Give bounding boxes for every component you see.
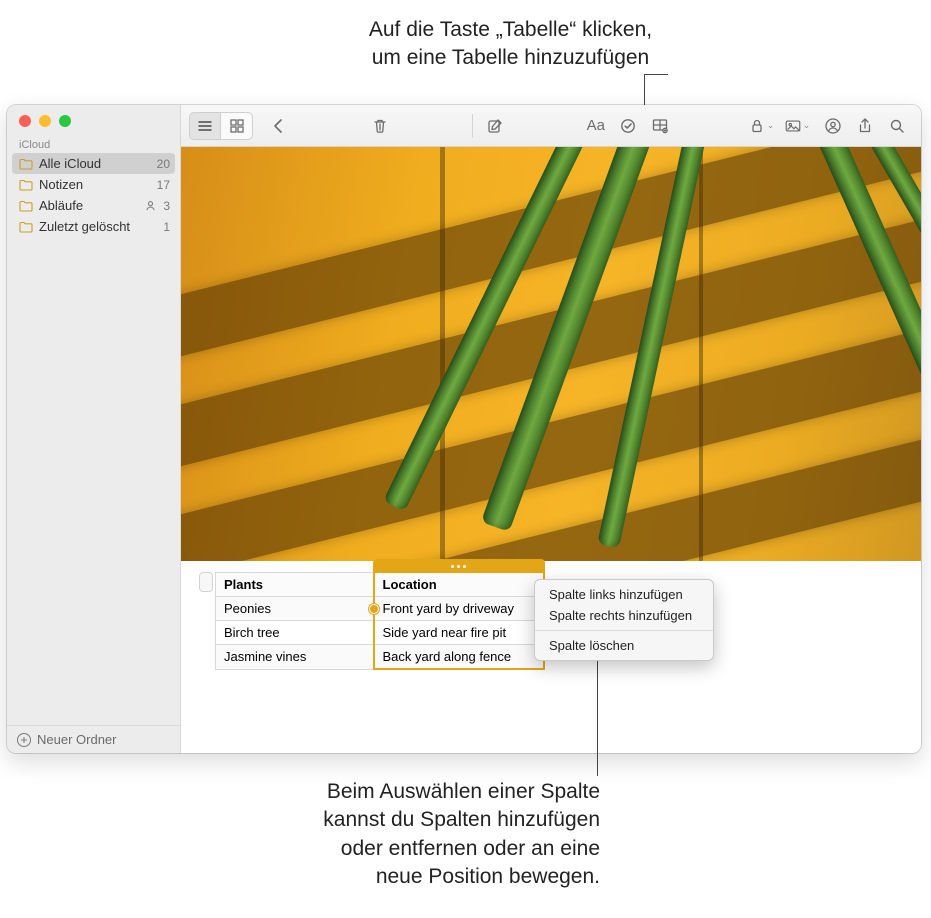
sidebar-item-abläufe[interactable]: Abläufe 3 bbox=[7, 195, 180, 216]
callout-text: neue Position bewegen. bbox=[0, 863, 600, 891]
new-folder-button[interactable]: Neuer Ordner bbox=[7, 725, 180, 753]
table-button[interactable] bbox=[644, 112, 676, 140]
notes-app-window: iCloud Alle iCloud 20 Notizen 17 Abläufe 3 Zul… bbox=[7, 105, 921, 753]
folder-icon bbox=[19, 179, 33, 191]
callout-top: Auf die Taste „Tabelle“ klicken, um eine… bbox=[0, 16, 931, 73]
menu-separator bbox=[535, 630, 713, 631]
lock-button[interactable]: ⌄ bbox=[745, 112, 777, 140]
folder-icon bbox=[19, 158, 33, 170]
format-label: Aa bbox=[587, 117, 605, 134]
table-row: Peonies Front yard by driveway bbox=[216, 597, 544, 621]
callout-text: oder entfernen oder an eine bbox=[0, 835, 600, 863]
table-row: Birch tree Side yard near fire pit bbox=[216, 621, 544, 645]
sidebar-item-zuletzt-gelöscht[interactable]: Zuletzt gelöscht 1 bbox=[7, 216, 180, 237]
view-list-button[interactable] bbox=[189, 112, 221, 140]
sidebar-item-count: 3 bbox=[163, 199, 170, 213]
note-content-pane: Aa ⌄ ⌄ bbox=[181, 105, 921, 753]
search-button[interactable] bbox=[881, 112, 913, 140]
sidebar-item-label: Zuletzt gelöscht bbox=[39, 219, 157, 234]
column-context-menu: Spalte links hinzufügen Spalte rechts hi… bbox=[534, 579, 714, 661]
chevron-down-icon: ⌄ bbox=[803, 120, 811, 131]
folder-icon bbox=[19, 221, 33, 233]
callout-leader bbox=[597, 642, 598, 776]
sidebar-item-count: 20 bbox=[157, 157, 170, 171]
sidebar-item-notizen[interactable]: Notizen 17 bbox=[7, 174, 180, 195]
table-cell[interactable]: Birch tree bbox=[216, 621, 374, 645]
table-header-selected[interactable]: Location bbox=[374, 572, 544, 597]
delete-button[interactable] bbox=[364, 112, 396, 140]
close-window-button[interactable] bbox=[19, 115, 31, 127]
sidebar-item-label: Notizen bbox=[39, 177, 151, 192]
table-cell[interactable]: Jasmine vines bbox=[216, 645, 374, 670]
menu-item-add-column-right[interactable]: Spalte rechts hinzufügen bbox=[535, 605, 713, 626]
sidebar-section-label: iCloud bbox=[7, 135, 180, 153]
format-button[interactable]: Aa bbox=[580, 112, 612, 140]
note-table[interactable]: Plants Location Peonies Front yard by bbox=[215, 571, 545, 670]
zoom-window-button[interactable] bbox=[59, 115, 71, 127]
media-button[interactable]: ⌄ bbox=[777, 112, 817, 140]
minimize-window-button[interactable] bbox=[39, 115, 51, 127]
sidebar-item-count: 17 bbox=[157, 178, 170, 192]
view-grid-button[interactable] bbox=[221, 112, 253, 140]
sidebar: iCloud Alle iCloud 20 Notizen 17 Abläufe 3 Zul… bbox=[7, 105, 181, 753]
back-button[interactable] bbox=[263, 112, 295, 140]
folder-icon bbox=[19, 200, 33, 212]
sidebar-item-label: Alle iCloud bbox=[39, 156, 151, 171]
note-body[interactable]: Plants Location Peonies Front yard by bbox=[181, 147, 921, 753]
table-cell[interactable]: Peonies bbox=[216, 597, 374, 621]
callout-text: Beim Auswählen einer Spalte bbox=[0, 778, 600, 806]
table-cell[interactable]: Side yard near fire pit bbox=[374, 621, 544, 645]
table-cell[interactable]: Back yard along fence bbox=[374, 645, 544, 670]
table-header[interactable]: Plants bbox=[216, 572, 374, 597]
callout-text: Auf die Taste „Tabelle“ klicken, bbox=[0, 16, 931, 44]
menu-item-delete-column[interactable]: Spalte löschen bbox=[535, 635, 713, 656]
sidebar-item-count: 1 bbox=[163, 220, 170, 234]
note-table-wrap: Plants Location Peonies Front yard by bbox=[199, 571, 545, 670]
callout-text: um eine Tabelle hinzuzufügen bbox=[0, 44, 931, 72]
new-folder-label: Neuer Ordner bbox=[37, 732, 116, 747]
callout-bottom: Beim Auswählen einer Spalte kannst du Sp… bbox=[0, 778, 600, 891]
table-row-handle[interactable] bbox=[199, 572, 213, 592]
toolbar: Aa ⌄ ⌄ bbox=[181, 105, 921, 147]
column-selection-tab[interactable] bbox=[373, 559, 545, 573]
callout-text: kannst du Spalten hinzufügen bbox=[0, 806, 600, 834]
sidebar-item-label: Abläufe bbox=[39, 198, 137, 213]
compose-button[interactable] bbox=[479, 112, 511, 140]
table-row: Jasmine vines Back yard along fence bbox=[216, 645, 544, 670]
column-drag-handle[interactable] bbox=[369, 604, 379, 614]
plus-circle-icon bbox=[17, 733, 31, 747]
toolbar-separator bbox=[472, 114, 473, 138]
collaborate-button[interactable] bbox=[817, 112, 849, 140]
shared-icon bbox=[143, 199, 157, 213]
menu-item-add-column-left[interactable]: Spalte links hinzufügen bbox=[535, 584, 713, 605]
note-image bbox=[181, 147, 921, 561]
checklist-button[interactable] bbox=[612, 112, 644, 140]
window-controls bbox=[7, 105, 180, 135]
chevron-down-icon: ⌄ bbox=[767, 120, 775, 131]
table-cell[interactable]: Front yard by driveway bbox=[374, 597, 544, 621]
share-button[interactable] bbox=[849, 112, 881, 140]
table-header-label: Location bbox=[383, 577, 437, 592]
sidebar-item-alle-icloud[interactable]: Alle iCloud 20 bbox=[12, 153, 175, 174]
